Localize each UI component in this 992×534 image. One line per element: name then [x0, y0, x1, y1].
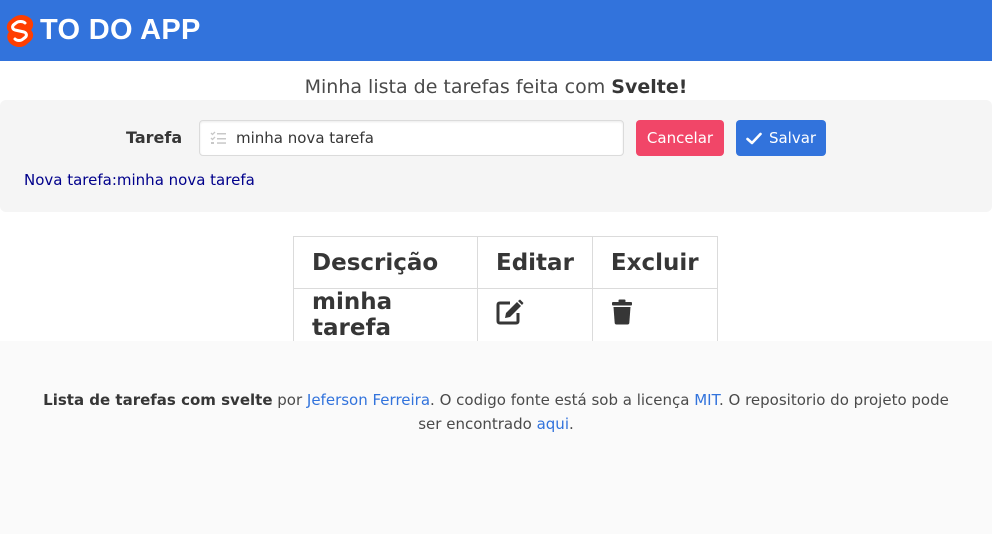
header-description: Descrição [293, 236, 478, 289]
edit-icon[interactable] [496, 299, 524, 325]
save-label: Salvar [768, 129, 817, 147]
footer: Lista de tarefas com svelte por Jeferson… [0, 341, 992, 534]
header-delete: Excluir [591, 236, 718, 289]
svelte-logo-icon[interactable] [4, 10, 36, 52]
navbar: TO DO APP [0, 0, 992, 61]
repo-link[interactable]: aqui [537, 415, 569, 433]
delete-cell [591, 288, 718, 342]
task-input[interactable] [236, 123, 616, 153]
footer-end: . [568, 415, 574, 433]
table-row: minha tarefa [293, 288, 718, 342]
subtitle-bold: Svelte! [611, 76, 688, 98]
new-task-preview: Nova tarefa:minha nova tarefa [24, 171, 255, 189]
footer-text: Lista de tarefas com svelte por Jeferson… [40, 388, 952, 436]
trash-icon[interactable] [611, 299, 633, 325]
footer-by: por [272, 391, 307, 409]
edit-cell [477, 288, 593, 342]
footer-project-name: Lista de tarefas com svelte [43, 391, 273, 409]
tasks-table: Descrição Editar Excluir minha tarefa [293, 236, 718, 342]
task-description: minha tarefa [293, 288, 478, 342]
author-link[interactable]: Jeferson Ferreira [307, 391, 430, 409]
check-icon [746, 132, 762, 144]
table-header-row: Descrição Editar Excluir [293, 236, 718, 289]
task-input-wrapper[interactable] [199, 120, 624, 156]
task-form: Tarefa Cancelar Salvar Nova tarefa:minha… [0, 100, 992, 212]
list-check-icon [200, 131, 236, 145]
save-button[interactable]: Salvar [736, 120, 826, 156]
task-label: Tarefa [126, 128, 183, 147]
app-title: TO DO APP [40, 14, 201, 46]
page-subtitle: Minha lista de tarefas feita com Svelte! [0, 76, 992, 98]
subtitle-text: Minha lista de tarefas feita com [304, 76, 612, 98]
cancel-button[interactable]: Cancelar [636, 120, 724, 156]
license-link[interactable]: MIT [694, 391, 719, 409]
header-edit: Editar [477, 236, 593, 289]
footer-license-text: . O codigo fonte está sob a licença [430, 391, 695, 409]
